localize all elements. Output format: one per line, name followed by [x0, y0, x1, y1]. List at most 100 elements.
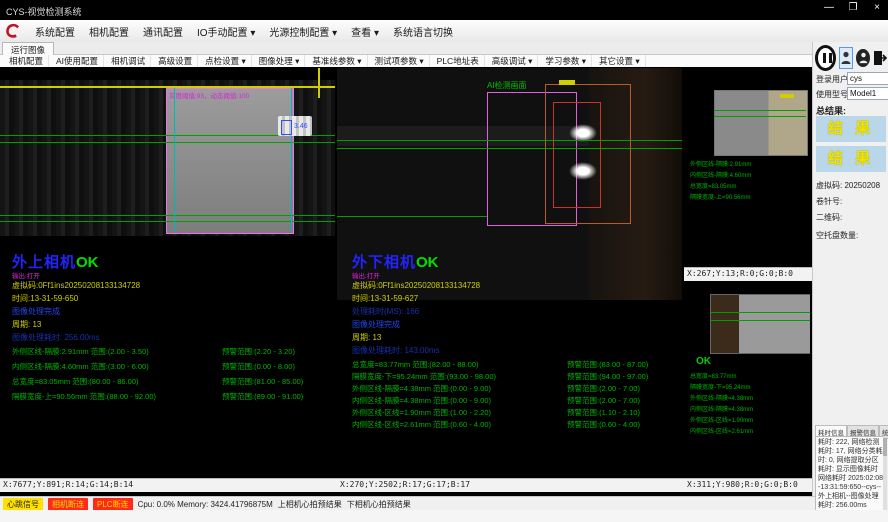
menu-item[interactable]: 相机配置: [83, 21, 135, 42]
menu-item[interactable]: 光源控制配置 ▾: [263, 21, 343, 42]
thumb-result-line: 总宽度=83.77mm: [690, 372, 753, 383]
measure-line-v: [291, 88, 292, 232]
camera-status-badge: 相机断连: [48, 498, 88, 511]
toolbar-item[interactable]: 点检设置 ▾: [200, 55, 252, 67]
overlay-line-yellow-v: [318, 68, 320, 98]
user-login-button[interactable]: [839, 47, 853, 69]
model-label: 使用型号:: [816, 89, 850, 100]
toolbar-item[interactable]: 其它设置 ▾: [594, 55, 646, 67]
menu-item[interactable]: 查看 ▾: [345, 21, 385, 42]
menu-item[interactable]: 通讯配置: [137, 21, 189, 42]
toolbar-item[interactable]: PLC地址表: [432, 55, 485, 67]
tab-run-image[interactable]: 运行图像: [2, 42, 54, 55]
toolbar-item[interactable]: 测试项参数 ▾: [370, 55, 430, 67]
model-field[interactable]: [847, 87, 888, 100]
camera-view-aux-top[interactable]: 外侧区线-隔膜:2.91mm内侧区线-隔膜:4.60mm总宽度=83.05mm隔…: [684, 68, 810, 267]
measurement-value: 内侧区线-隔膜=4.38mm 范围:(0.00 - 9.00): [352, 395, 491, 406]
window-bottom-edge: [0, 510, 888, 522]
camera-name: 外下相机: [352, 254, 416, 271]
measurement-row: 内侧区线-隔膜=4.38mm 范围:(0.00 - 9.00) 预警范围:(2.…: [352, 395, 682, 407]
time-line: 时间:13-31-59-627: [352, 293, 418, 304]
measurement-warn-range: 预警范围:(0.00 - 8.00): [222, 361, 295, 372]
ai-view-label: AI检测画面: [487, 80, 527, 91]
toolbar-item[interactable]: 图像处理 ▾: [254, 55, 306, 67]
camera-view-aux-bottom[interactable]: OK 总宽度=83.77mm隔膜宽度-下=95.24mm外侧区线-隔膜=4.38…: [684, 282, 810, 478]
measurement-list: 外侧区线-隔膜:2.91mm 范围:(2.00 - 3.50) 预警范围:(2.…: [12, 346, 332, 406]
pause-button[interactable]: [815, 45, 836, 71]
measurement-row: 隔膜宽度-上=90.56mm 范围:(88.00 - 92.00) 预警范围:(…: [12, 391, 332, 406]
done-line: 图像处理完成: [352, 319, 400, 330]
elapsed-line: 图像处理耗时: 256.00ms: [12, 332, 100, 343]
barcode-info: 虚拟码: 20250208: [816, 180, 880, 191]
thumb-product-region: [714, 90, 808, 156]
tab-strip: 运行图像: [0, 42, 812, 55]
measure-line: [337, 148, 682, 149]
measurement-warn-range: 预警范围:(83.00 - 87.00): [567, 359, 648, 370]
thumb-result-line: 内侧区线-隔膜:4.60mm: [690, 171, 751, 182]
app-window: CYS-视觉检测系统 — ❐ × 系统配置相机配置通讯配置IO手动配置 ▾光源控…: [0, 0, 888, 522]
toolbar-item[interactable]: 学习参数 ▾: [540, 55, 592, 67]
minimize-icon[interactable]: —: [822, 2, 836, 13]
barcode-line: 虚拟码:0Ff1ins20250208133134728: [352, 280, 480, 291]
overlay-mark-yellow: [780, 94, 794, 98]
heartbeat-badge: 心跳信号: [3, 498, 43, 511]
camera-view-upper-outer[interactable]: 灰度阈值:93，动态阈值:100 3.46 外上相机OK 输出:打开 虚拟码:0…: [0, 68, 335, 478]
app-logo-icon: [3, 22, 23, 40]
menu-item[interactable]: IO手动配置 ▾: [191, 21, 261, 42]
cursor-readout-aux-bottom: X:311;Y:980;R:0;G:0;B:0: [684, 478, 813, 492]
menu-item[interactable]: 系统配置: [29, 21, 81, 42]
measurement-row: 总宽度=83.05mm 范围:(80.00 - 86.00) 预警范围:(81.…: [12, 376, 332, 391]
measurement-warn-range: 预警范围:(81.00 - 85.00): [222, 376, 303, 387]
measurement-row: 外侧区线-隔膜:2.91mm 范围:(2.00 - 3.50) 预警范围:(2.…: [12, 346, 332, 361]
measurement-value: 外侧区线-区线=1.90mm 范围:(1.00 - 2.20): [352, 407, 491, 418]
close-icon[interactable]: ×: [870, 2, 884, 13]
camera-result-title: 外上相机OK: [12, 251, 99, 272]
toolbar-item[interactable]: AI使用配置: [51, 55, 104, 67]
camera-result-title: 外下相机OK: [352, 251, 439, 272]
measurement-warn-range: 预警范围:(94.00 - 97.00): [567, 371, 648, 382]
elapsed-line: 图像处理耗时: 143.00ms: [352, 345, 440, 356]
upper-camera-precheck[interactable]: 上相机心拍预结果: [278, 499, 342, 510]
camera-name: 外上相机: [12, 254, 76, 271]
measurement-value: 内侧区线-隔膜:4.60mm 范围:(3.00 - 6.00): [12, 361, 149, 372]
title-bar: CYS-视觉检测系统 — ❐ ×: [0, 0, 888, 20]
measurement-row: 内侧区线-隔膜:4.60mm 范围:(3.00 - 6.00) 预警范围:(0.…: [12, 361, 332, 376]
measurement-warn-range: 预警范围:(2.00 - 7.00): [567, 383, 640, 394]
thumb-result-line: 隔膜宽度-上=90.56mm: [690, 193, 751, 204]
measurement-value: 隔膜宽度-下=95.24mm 范围:(93.00 - 98.00): [352, 371, 496, 382]
qr-code-label: 二维码:: [816, 212, 842, 223]
measurement-value: 内侧区线-区线=2.61mm 范围:(0.60 - 4.00): [352, 419, 491, 430]
measurement-value: 隔膜宽度-上=90.56mm 范围:(88.00 - 92.00): [12, 391, 156, 402]
measure-line: [710, 312, 810, 313]
toolbar-item[interactable]: 高级设置: [153, 55, 198, 67]
thumb-result-lines: 总宽度=83.77mm隔膜宽度-下=95.24mm外侧区线-隔膜=4.38mm内…: [690, 372, 753, 438]
log-scrollbar[interactable]: [883, 436, 887, 518]
cursor-readout-aux-top: X:267;Y:13;R:0;G:0;B:0: [684, 267, 813, 281]
toolbar-item[interactable]: 相机调试: [106, 55, 151, 67]
thumb-result-line: 外侧区线-隔膜:2.91mm: [690, 160, 751, 171]
menu-item[interactable]: 系统语言切换: [387, 21, 459, 42]
login-user-field[interactable]: [847, 72, 888, 85]
measurement-warn-range: 预警范围:(2.00 - 7.00): [567, 395, 640, 406]
user-button[interactable]: [856, 49, 870, 67]
log-textarea[interactable]: 耗时: 222, 网络检测耗时: 17, 网络分类耗时: 0, 网络提取分区耗时…: [815, 436, 887, 520]
exit-button[interactable]: [873, 48, 887, 68]
sidebar: 登录用户: 使用型号: 总结果: 结 果 结 果 虚拟码: 20250208 卷…: [812, 42, 888, 512]
thumb-result-line: 隔膜宽度-下=95.24mm: [690, 383, 753, 394]
lower-camera-precheck[interactable]: 下相机心拍预结果: [347, 499, 411, 510]
done-line: 图像处理完成: [12, 306, 60, 317]
toolbar-item[interactable]: 相机配置: [4, 55, 49, 67]
measurement-warn-range: 预警范围:(2.20 - 3.20): [222, 346, 295, 357]
measurement-row: 外侧区线-区线=1.90mm 范围:(1.00 - 2.20) 预警范围:(1.…: [352, 407, 682, 419]
user-icon: [859, 52, 868, 64]
camera-view-lower-outer[interactable]: AI检测画面 外下相机OK 输出:打开 虚拟码:0Ff1ins202502081…: [337, 68, 682, 478]
toolbar-item[interactable]: 基准线参数 ▾: [307, 55, 367, 67]
maximize-icon[interactable]: ❐: [846, 2, 860, 13]
toolbar-item[interactable]: 高级调试 ▾: [487, 55, 539, 67]
cycle-line: 周期: 13: [12, 319, 41, 330]
measurement-list: 总宽度=83.77mm 范围:(82.00 - 88.00) 预警范围:(83.…: [352, 359, 682, 431]
cpu-memory-text: Cpu: 0.0% Memory: 3424.41796875M: [138, 500, 273, 509]
measurement-warn-range: 预警范围:(1.10 - 2.10): [567, 407, 640, 418]
measure-line: [714, 116, 806, 117]
plc-status-badge: PLC断连: [93, 498, 133, 511]
